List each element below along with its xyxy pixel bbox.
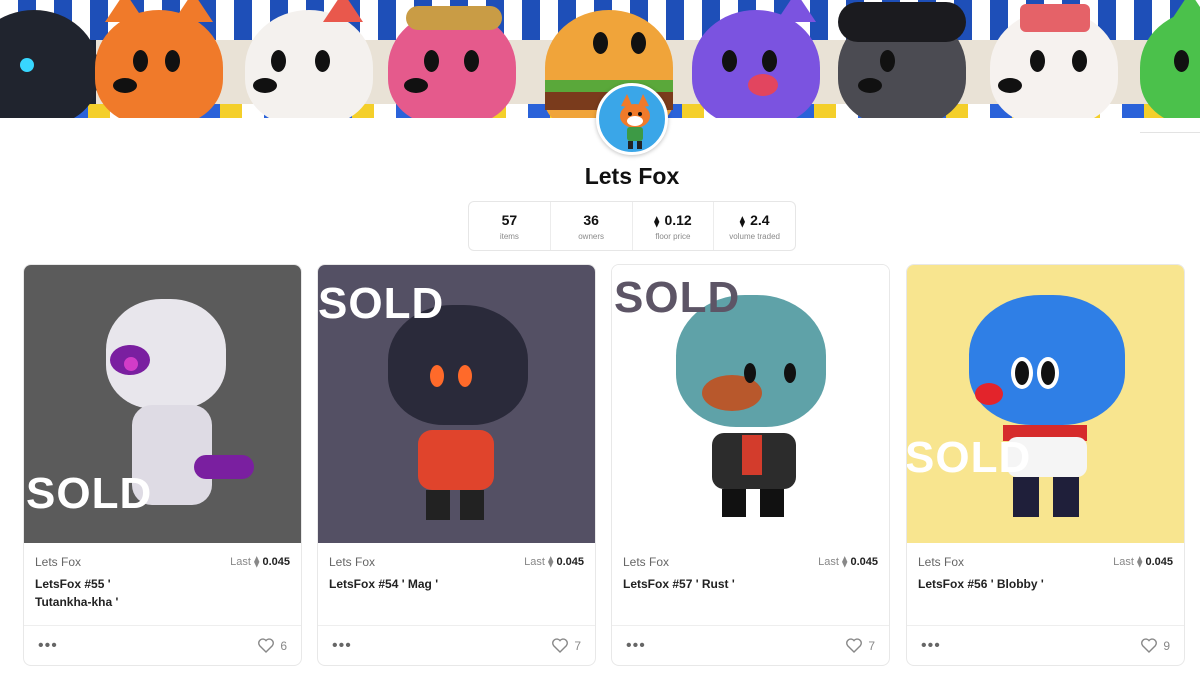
banner-purple-head [692, 0, 820, 118]
like-count: 9 [1163, 638, 1170, 653]
last-label: Last [818, 556, 839, 568]
like-count: 6 [280, 638, 287, 653]
last-price-value: 0.045 [556, 556, 584, 568]
last-label: Last [230, 556, 251, 568]
last-label: Last [524, 556, 545, 568]
like-button[interactable]: 7 [846, 638, 875, 653]
last-price: Last ⧫ 0.045 [524, 555, 584, 568]
card-meta: Lets Fox Last ⧫ 0.045 LetsFox #56 ' Blob… [918, 555, 1173, 593]
more-dots-icon[interactable]: ••• [921, 637, 941, 655]
heart-icon [1141, 638, 1158, 653]
card-footer: ••• 6 [24, 625, 301, 665]
banner-grey-head [838, 2, 966, 118]
stat-label: items [499, 231, 519, 241]
last-price-value: 0.045 [1145, 556, 1173, 568]
header-divider [1140, 132, 1200, 133]
last-price: Last ⧫ 0.045 [230, 555, 290, 568]
heart-icon [258, 638, 275, 653]
last-price: Last ⧫ 0.045 [818, 555, 878, 568]
nft-image[interactable]: SOLD [612, 265, 889, 543]
heart-icon [552, 638, 569, 653]
more-dots-icon[interactable]: ••• [38, 637, 58, 655]
stat-value: 36 [583, 211, 599, 228]
nft-image[interactable]: SOLD [24, 265, 301, 543]
like-count: 7 [868, 638, 875, 653]
card-meta: Lets Fox Last ⧫ 0.045 LetsFox #57 ' Rust… [623, 555, 878, 593]
banner-fox-head [95, 0, 223, 118]
sold-overlay: SOLD [614, 273, 741, 322]
stat-label: owners [578, 231, 605, 241]
ethereum-icon: ⧫ [253, 556, 260, 568]
card-footer: ••• 9 [907, 625, 1184, 665]
stat-value: 2.4 [750, 211, 770, 228]
heart-icon [846, 638, 863, 653]
stat-value: 0.12 [664, 211, 692, 228]
nft-card[interactable]: SOLD Lets Fox Last ⧫ 0.045 LetsFox #57 '… [611, 264, 890, 666]
like-button[interactable]: 7 [552, 638, 581, 653]
nft-name-line1: LetsFox #57 ' Rust ' [623, 577, 735, 591]
nft-image[interactable]: SOLD [907, 265, 1184, 543]
nft-card[interactable]: SOLD Lets Fox Last ⧫ 0.045 LetsFox #56 '… [906, 264, 1185, 666]
stat-label: volume traded [729, 231, 780, 241]
sold-overlay: SOLD [906, 433, 1032, 482]
more-dots-icon[interactable]: ••• [626, 637, 646, 655]
stat-owners: 36 owners [551, 202, 633, 250]
last-label: Last [1113, 556, 1134, 568]
card-footer: ••• 7 [318, 625, 595, 665]
like-button[interactable]: 6 [258, 638, 287, 653]
banner-pilot-head [388, 6, 516, 118]
card-meta: Lets Fox Last ⧫ 0.045 LetsFox #55 ' Tutan… [35, 555, 290, 611]
nft-name[interactable]: LetsFox #55 ' Tutankha-kha ' [35, 575, 290, 611]
collection-title: Lets Fox [584, 163, 680, 189]
nft-name-line1: LetsFox #55 ' [35, 577, 111, 591]
sold-overlay: SOLD [318, 279, 445, 328]
ethereum-icon: ⧫ [739, 215, 746, 228]
stat-value: 57 [501, 211, 518, 228]
last-price: Last ⧫ 0.045 [1113, 555, 1173, 568]
ethereum-icon: ⧫ [654, 215, 660, 228]
card-footer: ••• 7 [612, 625, 889, 665]
last-price-value: 0.045 [262, 556, 290, 568]
stat-floor-price: ⧫ 0.12 floor price [633, 202, 715, 250]
nft-card[interactable]: SOLD Lets Fox Last ⧫ 0.045 LetsFox #54 '… [317, 264, 596, 666]
stat-label: floor price [655, 231, 691, 241]
nft-name[interactable]: LetsFox #54 ' Mag ' [329, 575, 584, 593]
nft-image[interactable]: SOLD [318, 265, 595, 543]
fox-avatar-icon [620, 94, 650, 149]
stat-items: 57 items [469, 202, 551, 250]
nft-card[interactable]: SOLD Lets Fox Last ⧫ 0.045 LetsFox #55 '… [23, 264, 302, 666]
ethereum-icon: ⧫ [1136, 556, 1143, 568]
ethereum-icon: ⧫ [841, 556, 848, 568]
card-meta: Lets Fox Last ⧫ 0.045 LetsFox #54 ' Mag … [329, 555, 584, 593]
nft-name[interactable]: LetsFox #57 ' Rust ' [623, 575, 878, 593]
banner-white-head [990, 4, 1118, 118]
stat-volume-traded: ⧫ 2.4 volume traded [714, 202, 795, 250]
collection-avatar[interactable] [596, 83, 668, 155]
like-count: 7 [574, 638, 581, 653]
nft-name[interactable]: LetsFox #56 ' Blobby ' [918, 575, 1173, 593]
like-button[interactable]: 9 [1141, 638, 1170, 653]
last-price-value: 0.045 [850, 556, 878, 568]
sold-overlay: SOLD [26, 469, 153, 518]
nft-name-line2: Tutankha-kha ' [35, 595, 119, 609]
ethereum-icon: ⧫ [547, 556, 554, 568]
nft-name-line1: LetsFox #56 ' Blobby ' [918, 577, 1044, 591]
collection-stats: 57 items 36 owners ⧫ 0.12 floor price ⧫ 2.… [468, 201, 796, 251]
banner-white-fox-head [245, 0, 373, 118]
nft-name-line1: LetsFox #54 ' Mag ' [329, 577, 439, 591]
more-dots-icon[interactable]: ••• [332, 637, 352, 655]
